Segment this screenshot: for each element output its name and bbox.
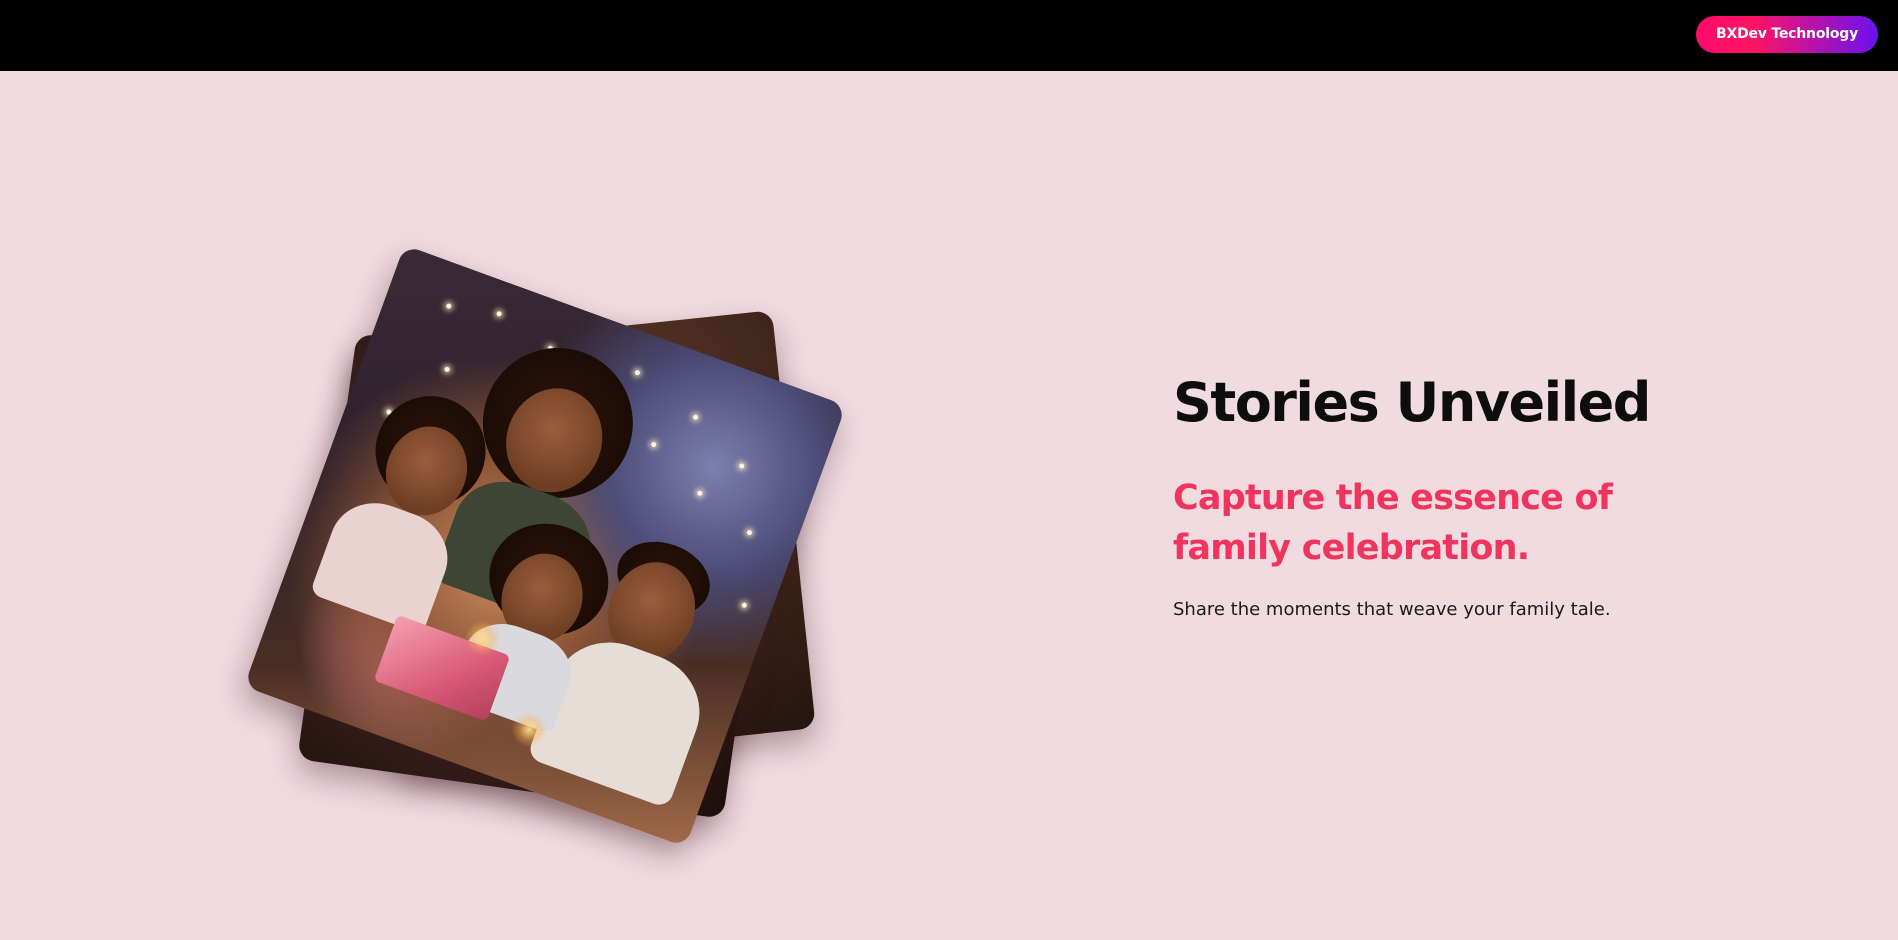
brand-button[interactable]: BXDev Technology [1696,16,1878,53]
hero-section: Stories Unveiled Capture the essence of … [0,71,1898,940]
string-light [746,529,753,536]
string-light [692,414,699,421]
hero-subtitle: Capture the essence of family celebratio… [1173,478,1613,568]
string-light [741,602,748,609]
string-light [445,302,452,310]
top-navigation-bar: BXDev Technology [0,0,1898,71]
string-light [650,441,657,448]
string-light [634,369,641,376]
string-light [495,310,503,318]
hero-description: Share the moments that weave your family… [1173,599,1611,620]
string-light [738,462,745,470]
hero-text-panel: Stories Unveiled Capture the essence of … [1173,371,1733,623]
photo-card-stack[interactable] [243,221,950,921]
string-light [696,490,704,497]
string-light [443,366,451,373]
page-title: Stories Unveiled [1173,371,1651,434]
